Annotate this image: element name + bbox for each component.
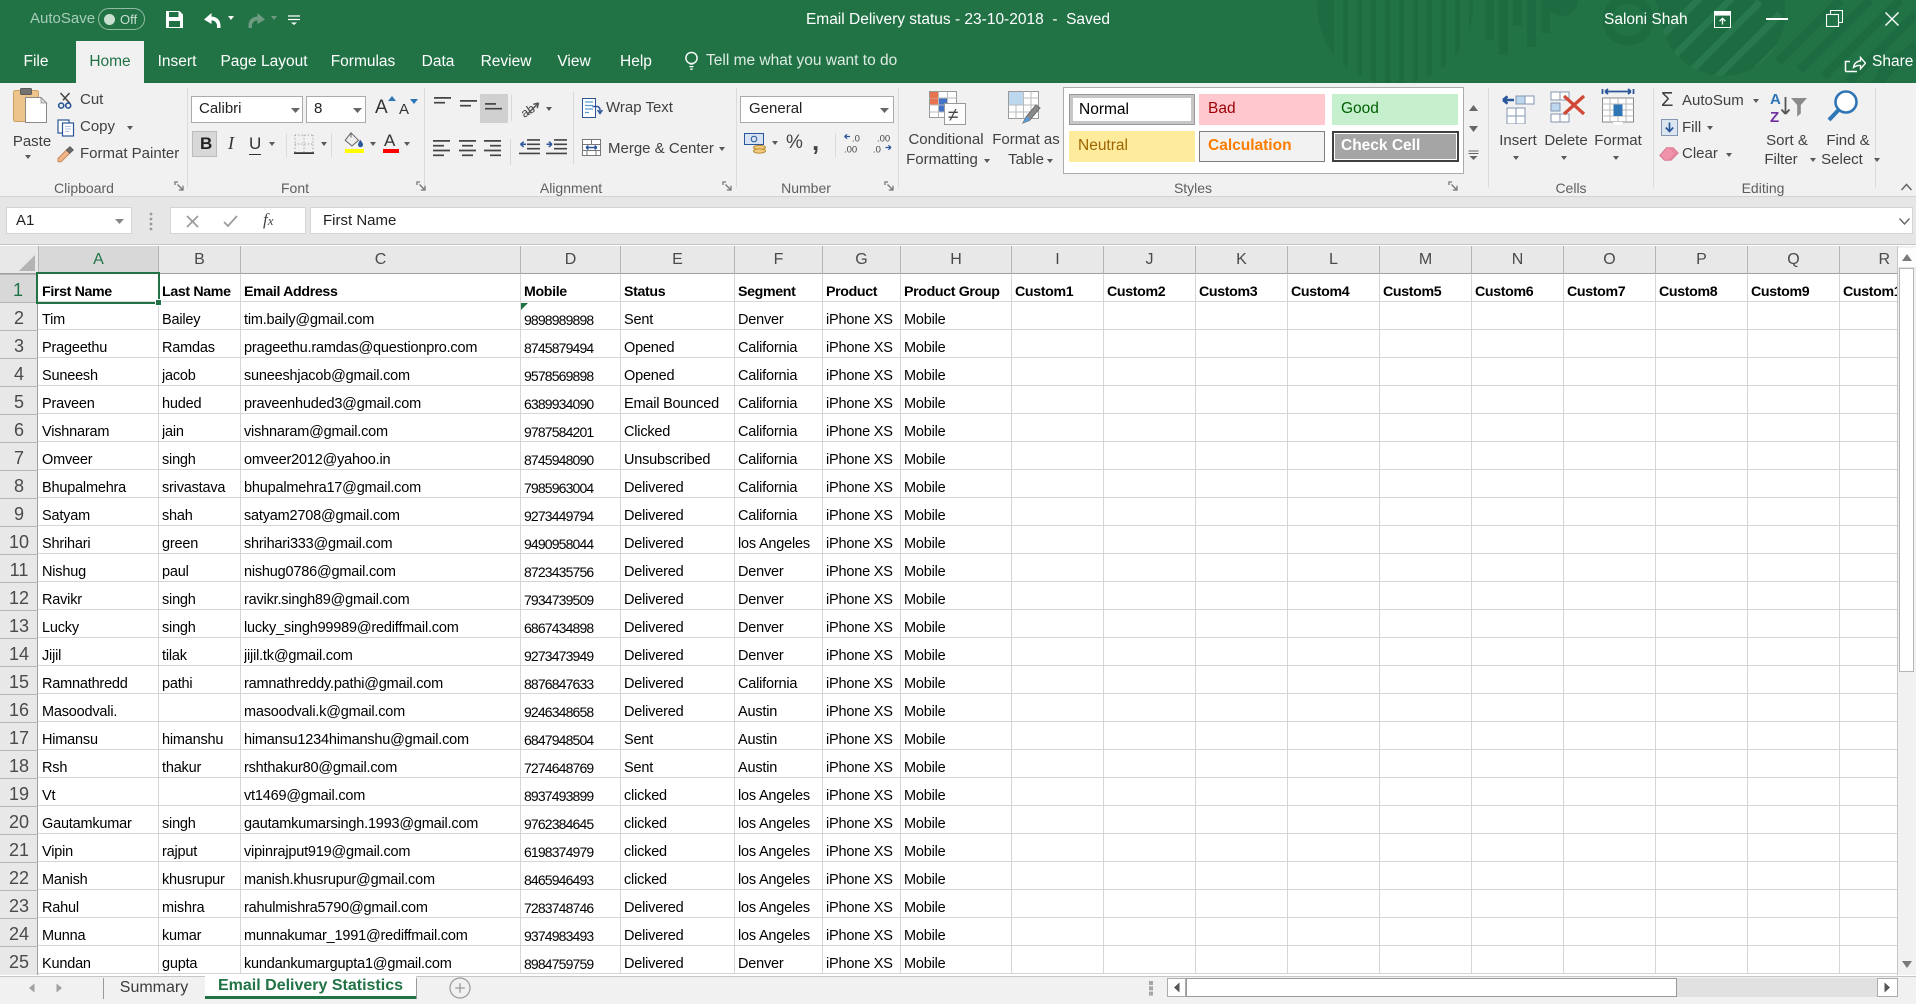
- svg-text:.0: .0: [873, 145, 881, 155]
- svg-text:.00: .00: [844, 145, 857, 155]
- svg-text:.00: .00: [877, 134, 890, 145]
- svg-text:.0: .0: [852, 134, 860, 145]
- svg-text:≠: ≠: [948, 105, 958, 126]
- svg-text:A: A: [1770, 91, 1781, 108]
- svg-text:Z: Z: [1770, 109, 1779, 124]
